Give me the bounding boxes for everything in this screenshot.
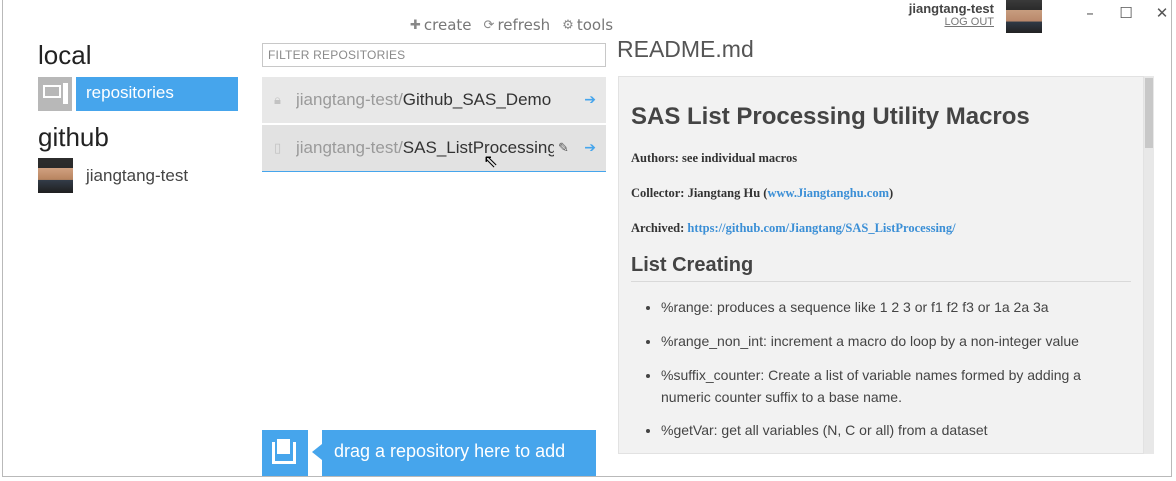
account-block: jiangtang-test LOG OUT [909, 0, 994, 28]
window-controls: – ☐ ✕ [1082, 4, 1170, 22]
list-item: %suffix_counter: Create a list of variab… [661, 364, 1131, 408]
archived-prefix: Archived: [631, 221, 688, 235]
tools-label: tools [576, 16, 614, 34]
account-username: jiangtang-test [908, 1, 994, 16]
repo-title: Github_SAS_Demo [402, 90, 552, 109]
readme-collector: Collector: Jiangtang Hu (www.Jiangtanghu… [631, 186, 1131, 201]
archived-link[interactable]: https://github.com/Jiangtang/SAS_ListPro… [687, 221, 955, 235]
create-button[interactable]: ✚ create [410, 16, 472, 34]
sidebar-item-label: jiangtang-test [86, 165, 189, 185]
book-icon: ▯ [274, 140, 282, 156]
scrollbar-thumb[interactable] [1145, 78, 1153, 148]
repo-item[interactable]: ▯ jiangtang-test/SAS_ListProcessing ✎ ➔ [262, 125, 606, 172]
avatar [38, 158, 73, 193]
collector-prefix: Collector: Jiangtang Hu ( [631, 186, 768, 200]
computer-icon [38, 77, 72, 111]
add-repository-dropzone[interactable]: drag a repository here to add [262, 430, 596, 476]
gear-icon: ⚙ [562, 17, 574, 33]
list-item: %range: produces a sequence like 1 2 3 o… [661, 296, 1131, 318]
sidebar-item-github-user[interactable]: jiangtang-test [38, 158, 188, 193]
account-avatar[interactable] [1006, 0, 1042, 33]
repo-name: jiangtang-test/SAS_ListProcessing [296, 138, 554, 158]
readme-scrollbar[interactable] [1144, 76, 1154, 454]
refresh-button[interactable]: ⟳ refresh [484, 16, 551, 34]
filter-repositories-input[interactable] [262, 43, 606, 67]
sidebar-item-repositories[interactable]: repositories [38, 77, 238, 111]
tray-icon [262, 430, 308, 476]
repo-owner: jiangtang-test/ [296, 90, 403, 109]
plus-icon: ✚ [410, 17, 421, 33]
readme-list: %range: produces a sequence like 1 2 3 o… [631, 296, 1131, 441]
refresh-label: refresh [497, 16, 551, 34]
create-label: create [423, 16, 472, 34]
readme-section-heading: List Creating [631, 254, 1131, 282]
lock-icon: 🔒︎ [274, 92, 281, 108]
dropzone-label: drag a repository here to add [322, 430, 596, 476]
readme-authors: Authors: see individual macros [631, 151, 798, 165]
list-item: %getVar: get all variables (N, C or all)… [661, 419, 1131, 441]
readme-panel: SAS List Processing Utility Macros Autho… [618, 76, 1144, 454]
refresh-icon: ⟳ [483, 17, 495, 33]
arrow-right-icon[interactable]: ➔ [584, 92, 596, 108]
sidebar-item-label: repositories [76, 77, 238, 111]
arrow-right-icon[interactable]: ➔ [584, 140, 596, 156]
dropzone-pointer [312, 430, 322, 476]
readme-archived: Archived: https://github.com/Jiangtang/S… [631, 221, 1131, 236]
tools-button[interactable]: ⚙ tools [562, 16, 613, 34]
github-heading: github [38, 122, 109, 152]
toolbar: ✚ create ⟳ refresh ⚙ tools [410, 16, 613, 34]
readme-file-title: README.md [617, 36, 754, 62]
close-button[interactable]: ✕ [1154, 4, 1170, 22]
readme-heading: SAS List Processing Utility Macros [631, 103, 1030, 130]
minimize-button[interactable]: – [1082, 4, 1098, 22]
collector-link[interactable]: www.Jiangtanghu.com [767, 186, 889, 200]
local-heading: local [38, 40, 92, 70]
repo-item[interactable]: 🔒︎ jiangtang-test/Github_SAS_Demo ➔ [262, 77, 606, 123]
mouse-cursor-icon: ⇖ [483, 151, 499, 172]
repo-owner: jiangtang-test/ [296, 138, 403, 157]
list-item: %range_non_int: increment a macro do loo… [661, 330, 1131, 352]
logout-link[interactable]: LOG OUT [909, 16, 994, 28]
repo-title: SAS_ListProcessing [402, 138, 554, 157]
repo-name: jiangtang-test/Github_SAS_Demo [296, 90, 554, 110]
pin-icon[interactable]: ✎ [558, 141, 569, 156]
maximize-button[interactable]: ☐ [1118, 4, 1134, 22]
collector-suffix: ) [889, 186, 894, 200]
